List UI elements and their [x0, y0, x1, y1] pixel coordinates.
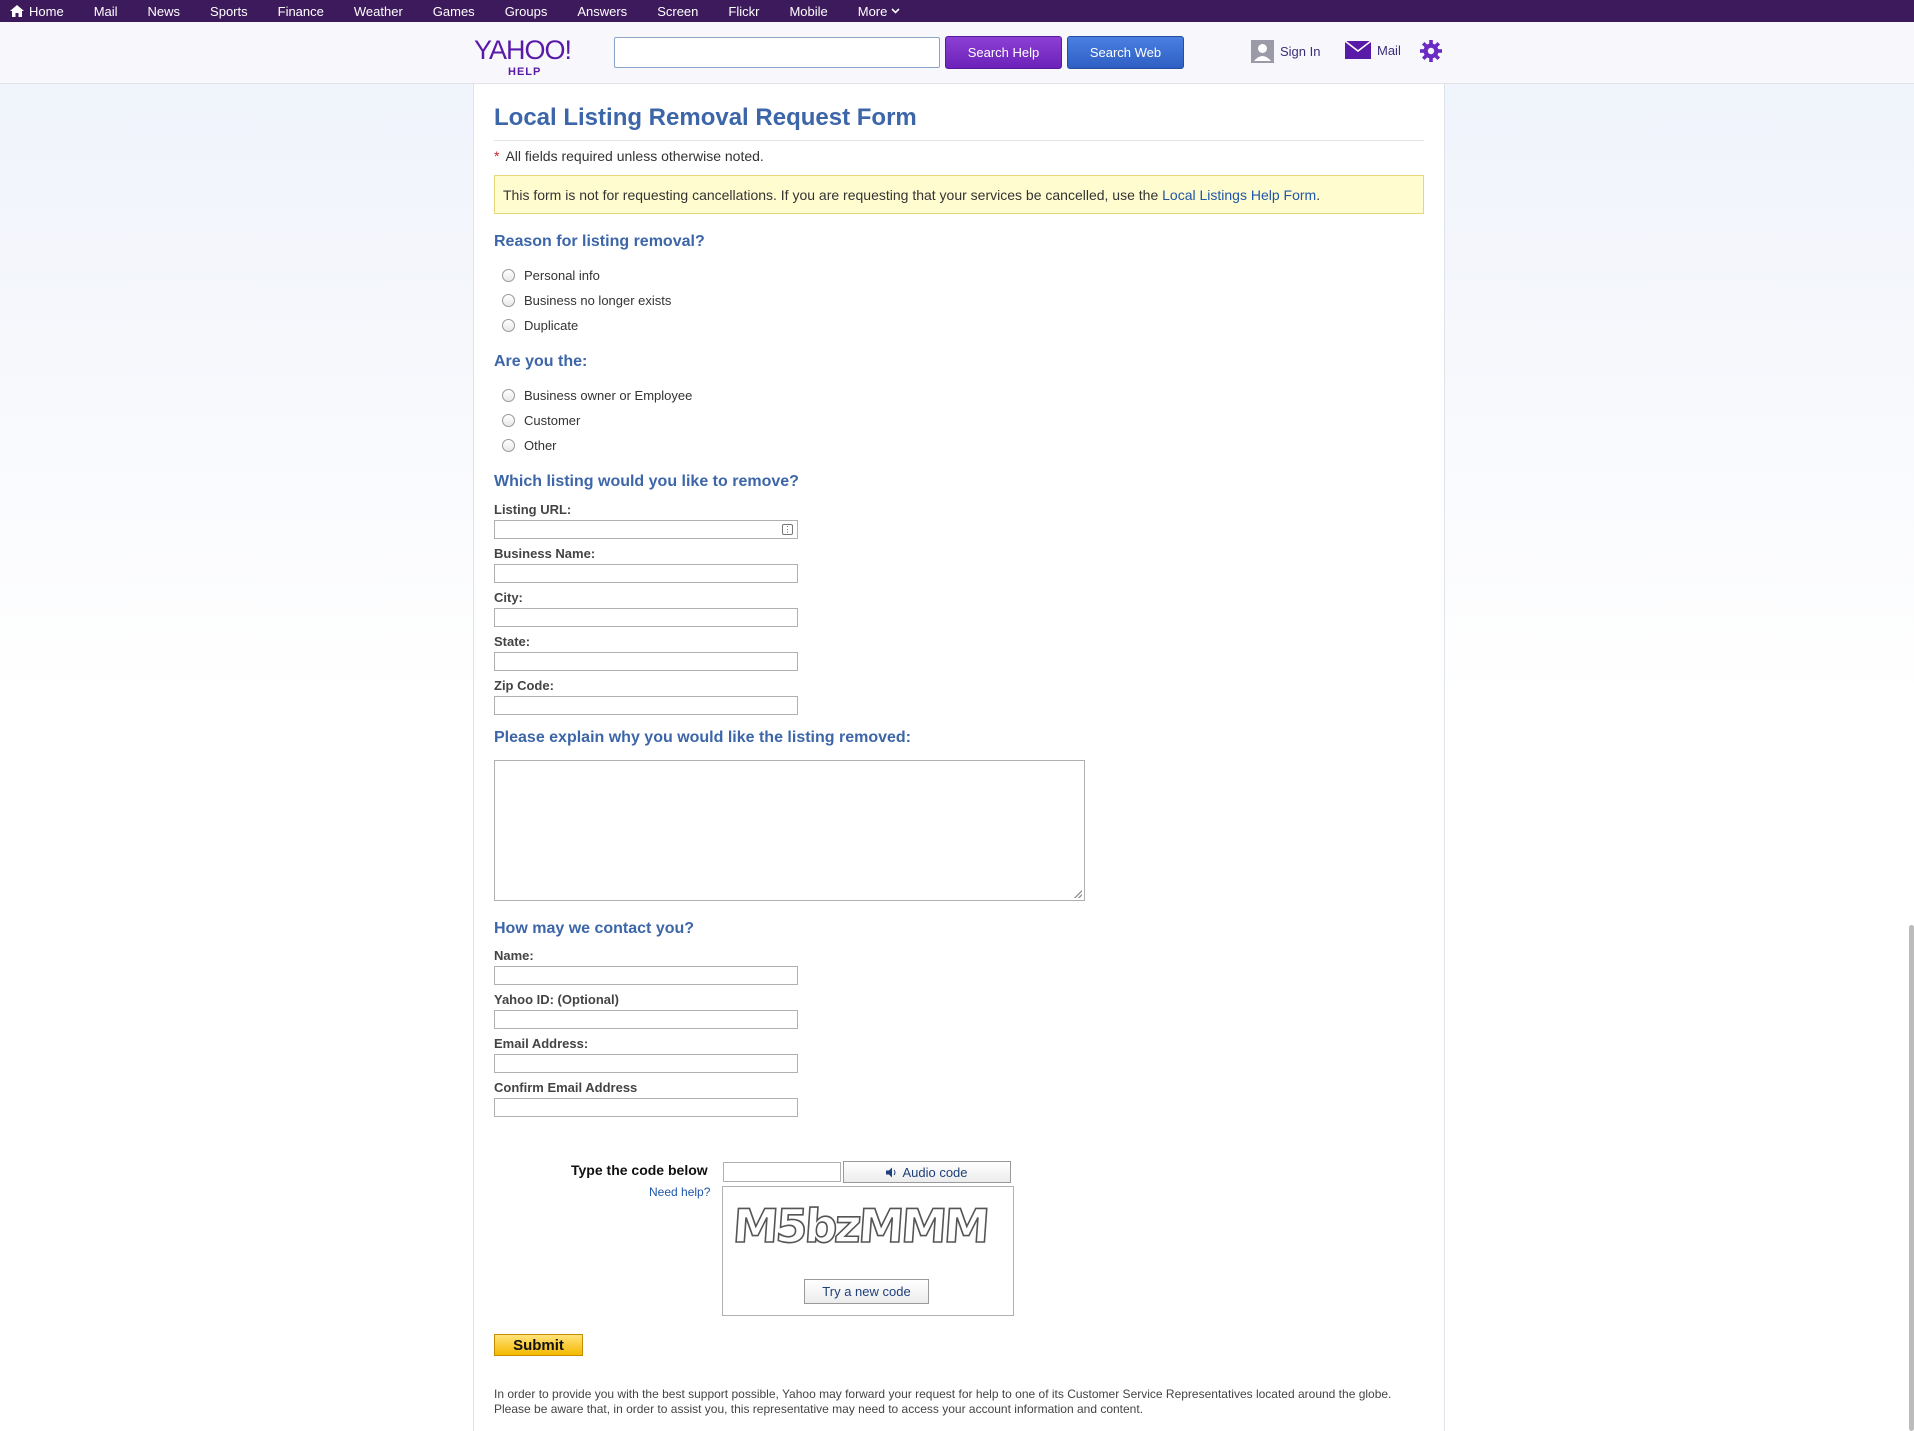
city-input[interactable] — [494, 608, 798, 627]
nav-sports[interactable]: Sports — [195, 0, 263, 22]
reason-option-business-gone[interactable]: Business no longer exists — [502, 293, 671, 308]
radio-button[interactable] — [502, 389, 515, 402]
captcha-box: M5bzMMM Try a new code — [722, 1186, 1014, 1316]
nav-answers[interactable]: Answers — [562, 0, 642, 22]
nav-mail[interactable]: Mail — [79, 0, 133, 22]
site-header: YAHOO! HELP Search Help Search Web Sign … — [0, 22, 1914, 84]
confirm-email-input[interactable] — [494, 1098, 798, 1117]
radio-button[interactable] — [502, 319, 515, 332]
email-label: Email Address: — [494, 1036, 589, 1051]
logo-text: YAHOO! — [474, 35, 572, 65]
business-name-label: Business Name: — [494, 546, 596, 561]
nav-more[interactable]: More — [843, 0, 916, 22]
city-label: City: — [494, 590, 523, 605]
top-nav-bar: Home Mail News Sports Finance Weather Ga… — [0, 0, 1914, 22]
content-panel: Local Listing Removal Request Form * All … — [473, 84, 1445, 1431]
nav-more-label: More — [857, 3, 888, 19]
nav-weather[interactable]: Weather — [339, 0, 418, 22]
zip-code-input[interactable] — [494, 696, 798, 715]
yahoo-id-label: Yahoo ID: (Optional) — [494, 992, 619, 1007]
notice-end: . — [1316, 187, 1321, 203]
submit-button[interactable]: Submit — [494, 1334, 583, 1356]
captcha-need-help-link[interactable]: Need help? — [649, 1185, 710, 1199]
logo-subtext: HELP — [508, 66, 542, 78]
role-option-owner[interactable]: Business owner or Employee — [502, 388, 692, 403]
nav-games[interactable]: Games — [418, 0, 490, 22]
contact-heading: How may we contact you? — [494, 920, 695, 937]
role-option-other[interactable]: Other — [502, 438, 557, 453]
state-label: State: — [494, 634, 531, 649]
home-icon — [10, 5, 24, 17]
autofill-icon[interactable]: ⋮ — [782, 524, 793, 535]
resize-handle[interactable] — [1074, 890, 1082, 898]
required-note: * All fields required unless otherwise no… — [494, 148, 764, 164]
captcha-image: M5bzMMM — [731, 1198, 989, 1253]
user-icon — [1251, 40, 1274, 63]
business-name-input[interactable] — [494, 564, 798, 583]
role-heading: Are you the: — [494, 353, 588, 370]
radio-label: Business no longer exists — [524, 293, 672, 308]
zip-code-label: Zip Code: — [494, 678, 554, 693]
radio-label: Customer — [524, 413, 581, 428]
mail-link[interactable]: Mail — [1345, 41, 1401, 59]
radio-button[interactable] — [502, 439, 515, 452]
reason-heading: Reason for listing removal? — [494, 233, 705, 250]
nav-groups[interactable]: Groups — [490, 0, 563, 22]
try-new-code-button[interactable]: Try a new code — [804, 1279, 929, 1304]
nav-finance[interactable]: Finance — [263, 0, 339, 22]
search-web-button[interactable]: Search Web — [1067, 36, 1184, 69]
radio-button[interactable] — [502, 269, 515, 282]
reason-option-personal-info[interactable]: Personal info — [502, 268, 600, 283]
speaker-icon — [886, 1167, 896, 1177]
page-scrollbar[interactable] — [1909, 925, 1914, 1431]
name-label: Name: — [494, 948, 534, 963]
nav-home-label: Home — [29, 3, 64, 19]
chevron-down-icon — [891, 8, 900, 14]
search-help-button[interactable]: Search Help — [945, 36, 1062, 69]
listing-url-label: Listing URL: — [494, 502, 572, 517]
listing-heading: Which listing would you like to remove? — [494, 473, 799, 490]
captcha-label: Type the code below — [571, 1162, 708, 1178]
radio-label: Other — [524, 438, 557, 453]
page-title: Local Listing Removal Request Form — [494, 104, 1424, 141]
yahoo-help-logo[interactable]: YAHOO! HELP — [474, 35, 574, 78]
reason-option-duplicate[interactable]: Duplicate — [502, 318, 578, 333]
search-input[interactable] — [614, 37, 940, 68]
sign-in-label: Sign In — [1280, 44, 1321, 59]
support-disclaimer: In order to provide you with the best su… — [494, 1387, 1392, 1416]
yahoo-id-input[interactable] — [494, 1010, 798, 1029]
audio-code-label: Audio code — [902, 1164, 968, 1180]
explanation-textarea[interactable] — [494, 760, 1085, 901]
nav-mobile[interactable]: Mobile — [774, 0, 842, 22]
name-input[interactable] — [494, 966, 798, 985]
audio-code-button[interactable]: Audio code — [843, 1161, 1011, 1183]
gear-icon[interactable] — [1419, 39, 1443, 63]
notice-text: This form is not for requesting cancella… — [503, 187, 1163, 203]
nav-flickr[interactable]: Flickr — [713, 0, 774, 22]
required-note-text: All fields required unless otherwise not… — [505, 148, 764, 164]
explain-heading: Please explain why you would like the li… — [494, 729, 911, 746]
sign-in-link[interactable]: Sign In — [1251, 40, 1320, 63]
radio-label: Business owner or Employee — [524, 388, 693, 403]
radio-button[interactable] — [502, 414, 515, 427]
mail-label: Mail — [1377, 42, 1401, 58]
captcha-input[interactable] — [723, 1162, 841, 1182]
radio-label: Personal info — [524, 268, 600, 283]
notice-box: This form is not for requesting cancella… — [494, 175, 1424, 214]
nav-screen[interactable]: Screen — [642, 0, 713, 22]
mail-icon — [1345, 41, 1371, 59]
captcha-code-text: M5bzMMM — [731, 1199, 989, 1253]
state-input[interactable] — [494, 652, 798, 671]
listing-url-input[interactable]: ⋮ — [494, 520, 798, 539]
radio-label: Duplicate — [524, 318, 579, 333]
confirm-email-label: Confirm Email Address — [494, 1080, 638, 1095]
email-input[interactable] — [494, 1054, 798, 1073]
radio-button[interactable] — [502, 294, 515, 307]
role-option-customer[interactable]: Customer — [502, 413, 580, 428]
required-star: * — [494, 148, 500, 164]
local-listings-help-link[interactable]: Local Listings Help Form — [1162, 187, 1316, 203]
nav-news[interactable]: News — [133, 0, 196, 22]
nav-home[interactable]: Home — [0, 0, 79, 22]
